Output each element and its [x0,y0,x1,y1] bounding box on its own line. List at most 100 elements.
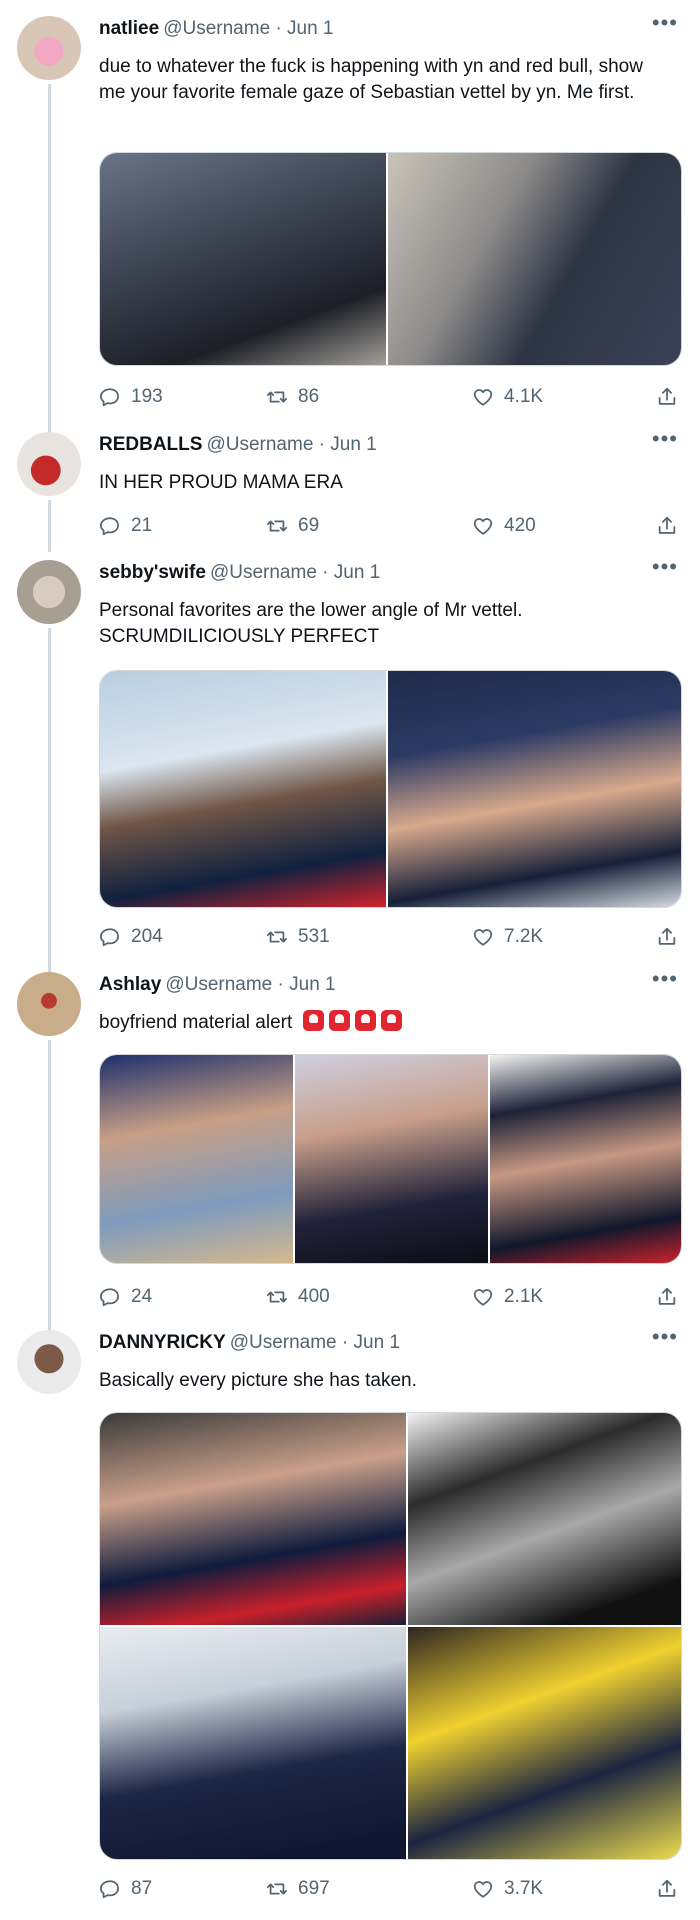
retweet-icon [266,926,288,948]
thread-line [48,628,51,990]
retweet-button[interactable]: 69 [266,515,319,537]
retweet-button[interactable]: 86 [266,386,319,408]
more-icon[interactable]: ••• [652,966,678,992]
like-button[interactable]: 2.1K [472,1286,543,1308]
retweet-button[interactable]: 400 [266,1286,330,1308]
reply-icon [99,1878,121,1900]
display-name[interactable]: Ashlay [99,974,161,995]
reply-icon [99,926,121,948]
reply-count: 193 [131,386,163,407]
retweet-icon [266,515,288,537]
share-button[interactable] [656,1286,678,1308]
tweet-actions: 204 531 7.2K [99,926,682,952]
photo[interactable] [295,1055,488,1263]
photo[interactable] [100,1055,293,1263]
photo[interactable] [408,1413,681,1625]
heart-icon [472,1286,494,1308]
avatar[interactable] [17,972,81,1036]
tweet-header: DANNYRICKY @Username · Jun 1 [99,1332,400,1356]
tweet[interactable]: Ashlay @Username · Jun 1 ••• boyfriend ma… [0,966,700,1348]
more-icon[interactable]: ••• [652,554,678,580]
retweet-icon [266,1286,288,1308]
tweet-media[interactable] [99,152,682,366]
avatar[interactable] [17,1330,81,1394]
display-name[interactable]: sebby'swife [99,562,206,583]
like-button[interactable]: 3.7K [472,1878,543,1900]
photo[interactable] [490,1055,681,1263]
handle-and-date: @Username · Jun 1 [229,1332,400,1353]
tweet-text: boyfriend material alert [99,1010,674,1036]
share-icon [656,386,678,408]
heart-icon [472,1878,494,1900]
tweet-actions: 21 69 420 [99,515,682,541]
share-button[interactable] [656,1878,678,1900]
photo[interactable] [100,1413,406,1625]
tweet[interactable]: natliee @Username · Jun 1 ••• due to what… [0,10,700,446]
siren-emoji [380,1010,402,1031]
retweet-count: 69 [298,515,320,536]
photo[interactable] [388,671,681,907]
share-icon [656,1286,678,1308]
retweet-button[interactable]: 531 [266,926,330,948]
reply-count: 87 [131,1878,153,1899]
like-button[interactable]: 7.2K [472,926,543,948]
tweet-header: REDBALLS @Username · Jun 1 [99,434,377,458]
like-count: 4.1K [504,386,544,407]
tweet-actions: 193 86 4.1K [99,386,682,412]
like-count: 2.1K [504,1286,544,1307]
thread-line [48,1040,51,1348]
reply-button[interactable]: 24 [99,1286,152,1308]
tweet-text: IN HER PROUD MAMA ERA [99,472,343,493]
photo[interactable] [388,153,681,365]
reply-button[interactable]: 21 [99,515,152,537]
retweet-count: 531 [298,926,330,947]
display-name[interactable]: natliee [99,18,159,39]
avatar[interactable] [17,432,81,496]
reply-icon [99,1286,121,1308]
handle-and-date: @Username · Jun 1 [209,562,381,583]
avatar[interactable] [17,16,81,80]
share-button[interactable] [656,515,678,537]
like-count: 3.7K [504,1878,544,1899]
tweet[interactable]: sebby'swife @Username · Jun 1 ••• Persona… [0,554,700,990]
share-icon [656,515,678,537]
retweet-count: 86 [298,386,320,407]
retweet-count: 400 [298,1286,330,1307]
tweet-media[interactable] [99,1054,682,1264]
photo[interactable] [100,671,386,907]
display-name[interactable]: DANNYRICKY [99,1332,226,1353]
reply-button[interactable]: 87 [99,1878,152,1900]
like-count: 7.2K [504,926,544,947]
like-button[interactable]: 4.1K [472,386,543,408]
siren-emoji [302,1010,324,1031]
heart-icon [472,515,494,537]
more-icon[interactable]: ••• [652,1324,678,1350]
handle-and-date: @Username · Jun 1 [206,434,377,455]
tweet[interactable]: REDBALLS @Username · Jun 1 ••• IN HER PRO… [0,426,700,552]
tweet-actions: 24 400 2.1K [99,1286,682,1312]
tweet-media[interactable] [99,670,682,908]
reply-button[interactable]: 204 [99,926,163,948]
retweet-button[interactable]: 697 [266,1878,330,1900]
more-icon[interactable]: ••• [652,426,678,452]
tweet-text: Personal favorites are the lower angle o… [99,600,523,647]
share-button[interactable] [656,926,678,948]
display-name[interactable]: REDBALLS [99,434,202,455]
tweet[interactable]: DANNYRICKY @Username · Jun 1 ••• Basicall… [0,1324,700,1910]
like-button[interactable]: 420 [472,515,536,537]
photo[interactable] [100,1627,406,1859]
avatar[interactable] [17,560,81,624]
photo[interactable] [100,153,386,365]
tweet-header: Ashlay @Username · Jun 1 [99,974,336,998]
reply-icon [99,515,121,537]
reply-button[interactable]: 193 [99,386,163,408]
reply-icon [99,386,121,408]
tweet-media[interactable] [99,1412,682,1860]
reply-count: 24 [131,1286,153,1307]
tweet-actions: 87 697 3.7K [99,1878,682,1904]
more-icon[interactable]: ••• [652,10,678,36]
retweet-icon [266,1878,288,1900]
share-button[interactable] [656,386,678,408]
photo[interactable] [408,1627,681,1859]
heart-icon [472,386,494,408]
